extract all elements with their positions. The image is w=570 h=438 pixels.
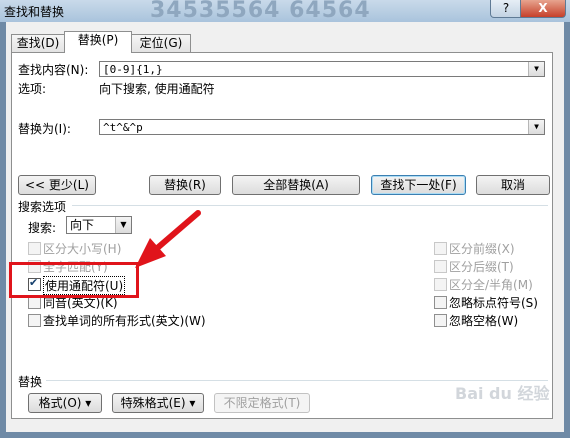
annotation-arrow-icon [135,210,201,268]
baidu-watermark-logo: Bai du 经验 [455,384,550,403]
tab-replace[interactable]: 替换(P) [64,31,132,53]
